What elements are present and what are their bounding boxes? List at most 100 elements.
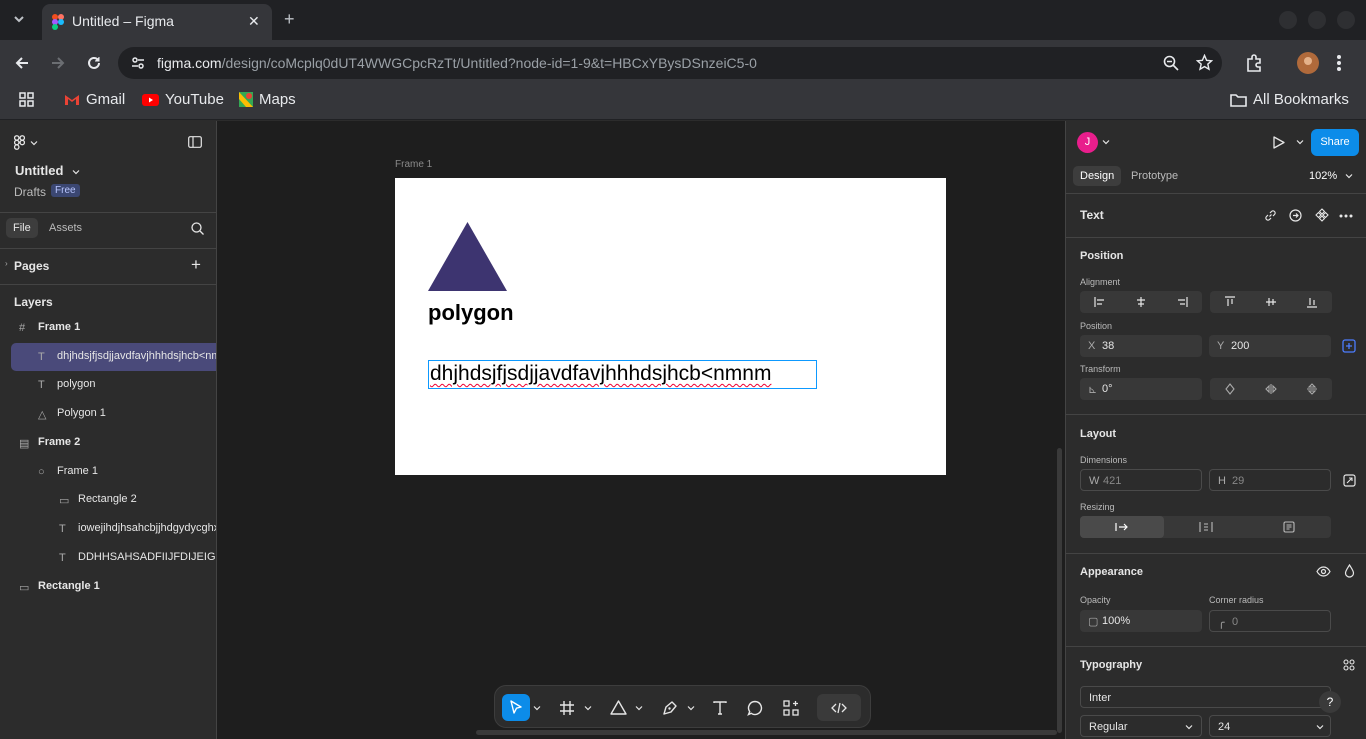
bookmark-maps[interactable]: Maps bbox=[239, 91, 296, 108]
pen-tool-button[interactable] bbox=[656, 694, 684, 721]
zoom-icon[interactable] bbox=[1163, 55, 1179, 71]
w-value[interactable]: 421 bbox=[1103, 475, 1121, 487]
apps-grid-icon[interactable] bbox=[19, 92, 34, 107]
opacity-value[interactable]: 100% bbox=[1102, 615, 1130, 627]
window-close-button[interactable] bbox=[1337, 11, 1355, 29]
h-value[interactable]: 29 bbox=[1232, 475, 1244, 487]
close-icon[interactable]: ✕ bbox=[248, 13, 260, 30]
selected-text-content[interactable]: dhjhdsjfjsdjjavdfavjhhhdsjhcb<nmnm bbox=[430, 362, 771, 386]
polygon-shape[interactable] bbox=[428, 222, 507, 291]
frame-tool-button[interactable] bbox=[553, 694, 581, 721]
vertical-scrollbar[interactable] bbox=[1057, 448, 1062, 733]
blend-mode-icon[interactable] bbox=[1344, 564, 1355, 578]
extensions-icon[interactable] bbox=[1245, 54, 1263, 72]
canvas[interactable]: Frame 1 polygon dhjhdsjfjsdjjavdfavjhhhd… bbox=[217, 121, 1065, 739]
eye-icon[interactable] bbox=[1316, 566, 1331, 577]
shape-tool-dropdown[interactable] bbox=[634, 694, 644, 721]
file-name[interactable]: Untitled bbox=[15, 163, 63, 178]
link-icon[interactable] bbox=[1264, 209, 1277, 222]
kebab-menu-icon[interactable] bbox=[1336, 54, 1342, 72]
minimize-button[interactable] bbox=[1279, 11, 1297, 29]
align-center-vertical-icon[interactable] bbox=[1251, 291, 1292, 313]
profile-avatar[interactable] bbox=[1297, 52, 1319, 74]
tab-search-button[interactable] bbox=[12, 12, 26, 26]
search-icon[interactable] bbox=[191, 222, 204, 235]
tab-prototype[interactable]: Prototype bbox=[1131, 170, 1178, 182]
text-tool-button[interactable] bbox=[706, 694, 734, 721]
layer-row[interactable]: ○ Frame 1 bbox=[0, 458, 216, 486]
y-value[interactable]: 200 bbox=[1231, 340, 1249, 352]
align-left-icon[interactable] bbox=[1080, 291, 1121, 313]
layer-row[interactable]: ▭ Rectangle 1 bbox=[0, 573, 216, 601]
comment-tool-button[interactable] bbox=[741, 694, 769, 721]
reload-icon[interactable] bbox=[86, 55, 102, 71]
corner-radius-field[interactable]: ╭ 0 bbox=[1209, 610, 1331, 632]
bookmark-star-icon[interactable] bbox=[1196, 54, 1213, 71]
play-icon[interactable] bbox=[1272, 136, 1285, 149]
frame[interactable]: polygon dhjhdsjfjsdjjavdfavjhhhdsjhcb<nm… bbox=[395, 178, 946, 475]
flip-horizontal-icon[interactable] bbox=[1251, 378, 1292, 400]
font-weight-select[interactable]: Regular bbox=[1080, 715, 1202, 737]
pages-heading[interactable]: Pages bbox=[14, 259, 49, 273]
opacity-field[interactable]: ▢ 100% bbox=[1080, 610, 1202, 632]
y-position-field[interactable]: Y 200 bbox=[1209, 335, 1331, 357]
resize-to-fit-icon[interactable] bbox=[1343, 474, 1356, 487]
align-right-icon[interactable] bbox=[1161, 291, 1202, 313]
zoom-level[interactable]: 102% bbox=[1309, 170, 1337, 182]
rotation-field[interactable]: ⊾ 0° bbox=[1080, 378, 1202, 400]
add-page-icon[interactable]: + bbox=[191, 255, 201, 275]
pen-tool-dropdown[interactable] bbox=[686, 694, 696, 721]
chevron-down-icon[interactable] bbox=[1345, 172, 1353, 180]
browser-tab[interactable]: Untitled – Figma ✕ bbox=[42, 4, 272, 40]
shape-tool-button[interactable] bbox=[604, 694, 632, 721]
share-button[interactable]: Share bbox=[1311, 129, 1359, 156]
layer-row[interactable]: T DDHHSAHSADFIIJFDIJEIGSSDJHDA bbox=[0, 544, 216, 572]
polygon-text[interactable]: polygon bbox=[428, 300, 514, 326]
back-arrow-icon[interactable] bbox=[14, 55, 30, 71]
maximize-button[interactable] bbox=[1308, 11, 1326, 29]
layer-row[interactable]: Tdhjhdsjfjsdjjavdfavjhhhdsjhcb<nmnm bbox=[11, 343, 216, 371]
font-size-field[interactable]: 24 bbox=[1209, 715, 1331, 737]
height-field[interactable]: H 29 bbox=[1209, 469, 1331, 491]
width-field[interactable]: W 421 bbox=[1080, 469, 1202, 491]
address-bar[interactable]: figma.com/design/coMcplq0dUT4WWGCpcRzTt/… bbox=[118, 47, 1222, 79]
auto-width-icon[interactable] bbox=[1080, 516, 1164, 538]
component-icon[interactable] bbox=[1315, 208, 1329, 222]
rotate-90-icon[interactable] bbox=[1210, 378, 1251, 400]
font-size-value[interactable]: 24 bbox=[1218, 721, 1230, 733]
site-info-icon[interactable] bbox=[130, 55, 146, 71]
style-icon[interactable] bbox=[1289, 209, 1302, 222]
constraints-icon[interactable] bbox=[1342, 339, 1356, 353]
chevron-down-icon[interactable] bbox=[72, 168, 80, 176]
x-value[interactable]: 38 bbox=[1102, 340, 1114, 352]
fixed-size-icon[interactable] bbox=[1247, 516, 1331, 538]
dev-mode-toggle[interactable] bbox=[817, 694, 861, 721]
tab-file[interactable]: File bbox=[6, 218, 38, 238]
bookmark-youtube[interactable]: YouTube bbox=[142, 91, 224, 108]
align-top-icon[interactable] bbox=[1210, 291, 1251, 313]
avatar[interactable]: J bbox=[1077, 132, 1098, 153]
auto-height-icon[interactable] bbox=[1164, 516, 1248, 538]
move-tool-dropdown[interactable] bbox=[532, 694, 542, 721]
rotation-value[interactable]: 0° bbox=[1102, 383, 1113, 395]
layer-row[interactable]: ▭ Rectangle 2 bbox=[0, 486, 216, 514]
more-icon[interactable] bbox=[1339, 214, 1353, 218]
chevron-down-icon[interactable] bbox=[1102, 138, 1110, 146]
horizontal-scrollbar[interactable] bbox=[476, 730, 1057, 735]
new-tab-icon[interactable]: + bbox=[284, 9, 295, 30]
forward-arrow-icon[interactable] bbox=[50, 55, 66, 71]
chevron-right-icon[interactable]: › bbox=[5, 259, 8, 268]
move-tool-button[interactable] bbox=[502, 694, 530, 721]
all-bookmarks-button[interactable]: All Bookmarks bbox=[1230, 91, 1349, 108]
frame-tool-dropdown[interactable] bbox=[583, 694, 593, 721]
layer-row[interactable]: Tiowejihdjhsahcbjjhdgydycghxbjhsad bbox=[0, 515, 216, 543]
layer-row[interactable]: # Frame 1 bbox=[0, 314, 216, 342]
main-menu-button[interactable] bbox=[14, 135, 38, 150]
align-bottom-icon[interactable] bbox=[1291, 291, 1332, 313]
corner-radius-value[interactable]: 0 bbox=[1232, 616, 1238, 628]
x-position-field[interactable]: X 38 bbox=[1080, 335, 1202, 357]
font-family-select[interactable]: Inter bbox=[1080, 686, 1331, 708]
actions-tool-button[interactable] bbox=[777, 694, 805, 721]
layer-row[interactable]: △ Polygon 1 bbox=[0, 400, 216, 428]
selected-text-layer[interactable]: dhjhdsjfjsdjjavdfavjhhhdsjhcb<nmnm bbox=[428, 360, 817, 389]
